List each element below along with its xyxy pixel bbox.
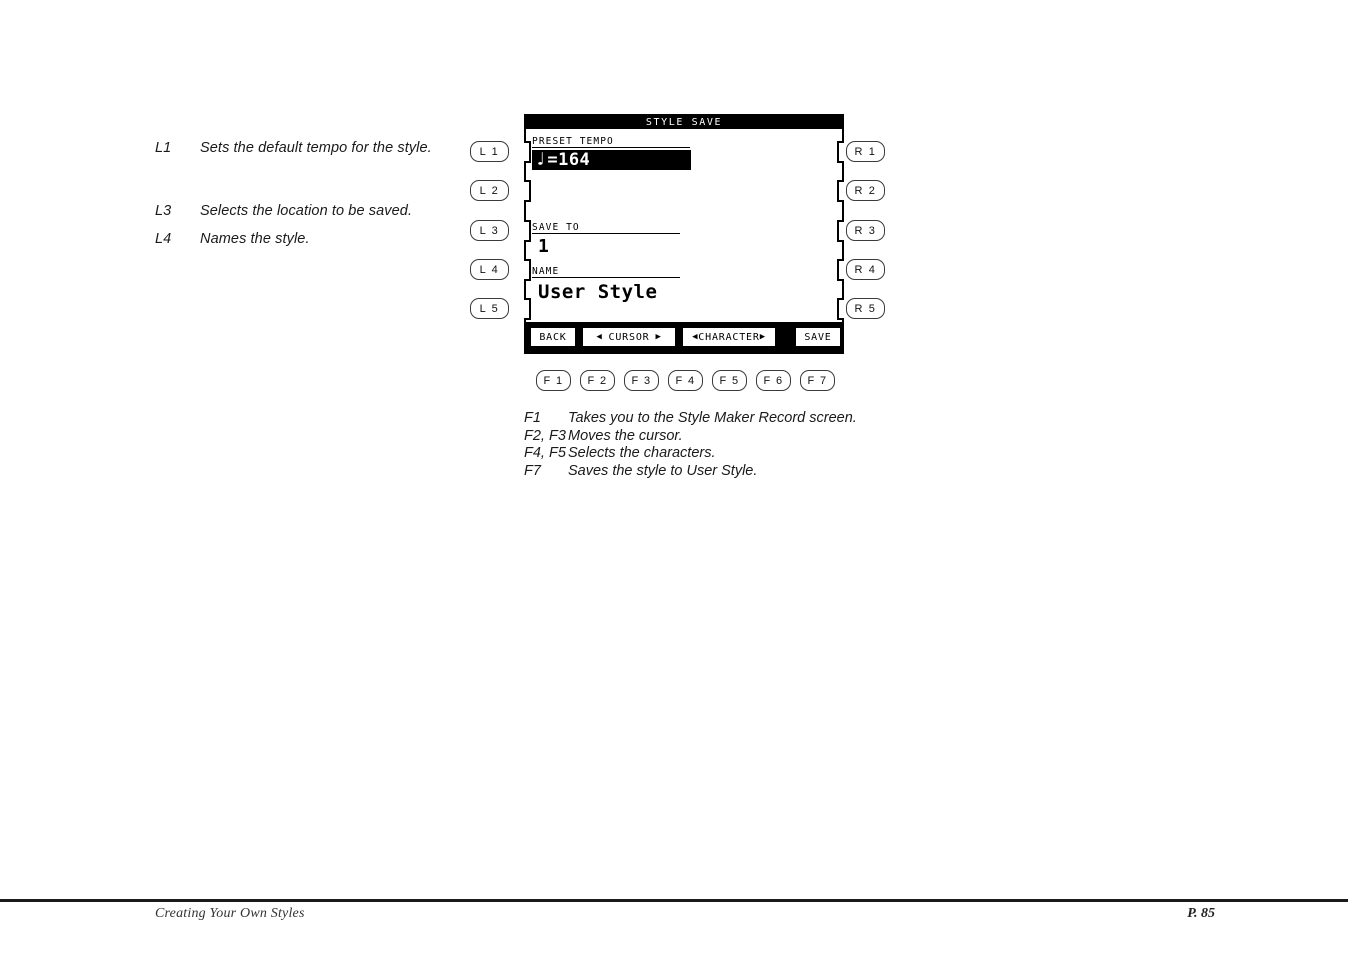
left-note-l3: L3 Selects the location to be saved. [155,203,475,219]
style-name-value: User Style [538,281,658,303]
quarter-note-icon: ♩ [535,149,547,170]
button-l2[interactable]: L 2 [470,180,509,201]
function-button-row: F 1 F 2 F 3 F 4 F 5 F 6 F 7 [536,370,835,391]
function-button-descriptions: F1 Takes you to the Style Maker Record s… [524,410,857,480]
cursor-left-arrow-icon: ◀ [596,332,603,342]
left-note-l4: L4 Names the style. [155,231,475,247]
button-f1[interactable]: F 1 [536,370,571,391]
soft-key-cursor[interactable]: ◀ CURSOR ▶ [582,327,676,347]
f-note-text: Takes you to the Style Maker Record scre… [568,410,857,426]
preset-tempo-value: =164 [547,150,591,170]
soft-key-character[interactable]: ◀ CHARACTER ▶ [682,327,776,347]
character-right-arrow-icon: ▶ [759,332,766,342]
f-note-text: Saves the style to User Style. [568,462,758,479]
button-f2[interactable]: F 2 [580,370,615,391]
soft-key-cursor-label: CURSOR [608,331,650,343]
lcd-screen: STYLE SAVE PRESET TEMPO ♩ =164 SAVE TO 1… [524,114,844,354]
lcd-notch-right-3 [837,220,844,242]
lcd-notch-left-2 [524,180,531,202]
lcd-content: PRESET TEMPO ♩ =164 SAVE TO 1 NAME User … [526,129,842,322]
style-name-label: NAME [532,266,680,278]
lcd-notch-right-5 [837,298,844,320]
f-note-key: F4, F5 [524,445,566,462]
keyboard-display-panel: L 1 L 2 L 3 L 4 L 5 R 1 R 2 R 3 R 4 R 5 … [470,110,890,400]
cursor-right-arrow-icon: ▶ [655,332,662,342]
preset-tempo-value-highlighted[interactable]: ♩ =164 [532,150,691,170]
lcd-notch-left-3 [524,220,531,242]
save-to-label: SAVE TO [532,222,680,234]
save-to-value: 1 [538,236,549,257]
lcd-notch-left-5 [524,298,531,320]
f-note-key: F7 [524,462,541,479]
f-note-f2-f3: F2, F3 Moves the cursor. [524,428,857,446]
field-preset-tempo[interactable]: PRESET TEMPO ♩ =164 [532,131,832,170]
button-r5[interactable]: R 5 [846,298,885,319]
footer-divider [0,899,1348,902]
button-r4[interactable]: R 4 [846,259,885,280]
f-note-key: F1 [524,410,541,426]
soft-key-back[interactable]: BACK [530,327,576,347]
button-f6[interactable]: F 6 [756,370,791,391]
lcd-notch-right-4 [837,259,844,281]
left-button-descriptions: L1 Sets the default tempo for the style.… [155,140,475,247]
button-l5[interactable]: L 5 [470,298,509,319]
preset-tempo-label: PRESET TEMPO [532,136,690,148]
footer-page-number: P. 85 [1187,906,1215,921]
f-note-text: Moves the cursor. [568,427,683,444]
button-r1[interactable]: R 1 [846,141,885,162]
left-note-key: L1 [155,140,172,156]
f-note-key: F2, F3 [524,427,566,444]
button-l4[interactable]: L 4 [470,259,509,280]
footer-section-title: Creating Your Own Styles [155,906,305,921]
lcd-notch-left-4 [524,259,531,281]
left-note-key: L4 [155,231,172,247]
f-note-f4-f5: F4, F5 Selects the characters. [524,445,857,463]
soft-key-back-label: BACK [539,331,567,343]
soft-key-save[interactable]: SAVE [795,327,841,347]
lcd-soft-key-bar: BACK ◀ CURSOR ▶ ◀ CHARACTER ▶ SAVE [526,322,842,352]
button-f7[interactable]: F 7 [800,370,835,391]
left-note-key: L3 [155,203,172,219]
lcd-notch-right-2 [837,180,844,202]
button-f5[interactable]: F 5 [712,370,747,391]
soft-key-save-label: SAVE [804,331,832,343]
field-save-to[interactable]: SAVE TO 1 [532,217,832,256]
soft-key-character-label: CHARACTER [698,331,760,343]
lcd-title-bar: STYLE SAVE [526,116,842,129]
lcd-notch-right-1 [837,141,844,163]
left-note-text: Selects the location to be saved. [200,203,413,219]
f-note-f7: F7 Saves the style to User Style. [524,463,857,481]
button-f3[interactable]: F 3 [624,370,659,391]
left-note-l1: L1 Sets the default tempo for the style. [155,140,475,156]
f-note-f1: F1 Takes you to the Style Maker Record s… [524,410,857,428]
button-r3[interactable]: R 3 [846,220,885,241]
button-f4[interactable]: F 4 [668,370,703,391]
button-l1[interactable]: L 1 [470,141,509,162]
left-note-text: Sets the default tempo for the style. [200,140,432,156]
button-r2[interactable]: R 2 [846,180,885,201]
field-style-name[interactable]: NAME User Style [532,261,832,302]
button-l3[interactable]: L 3 [470,220,509,241]
left-note-text: Names the style. [200,231,310,247]
lcd-notch-left-1 [524,141,531,163]
f-note-text: Selects the characters. [568,445,716,462]
